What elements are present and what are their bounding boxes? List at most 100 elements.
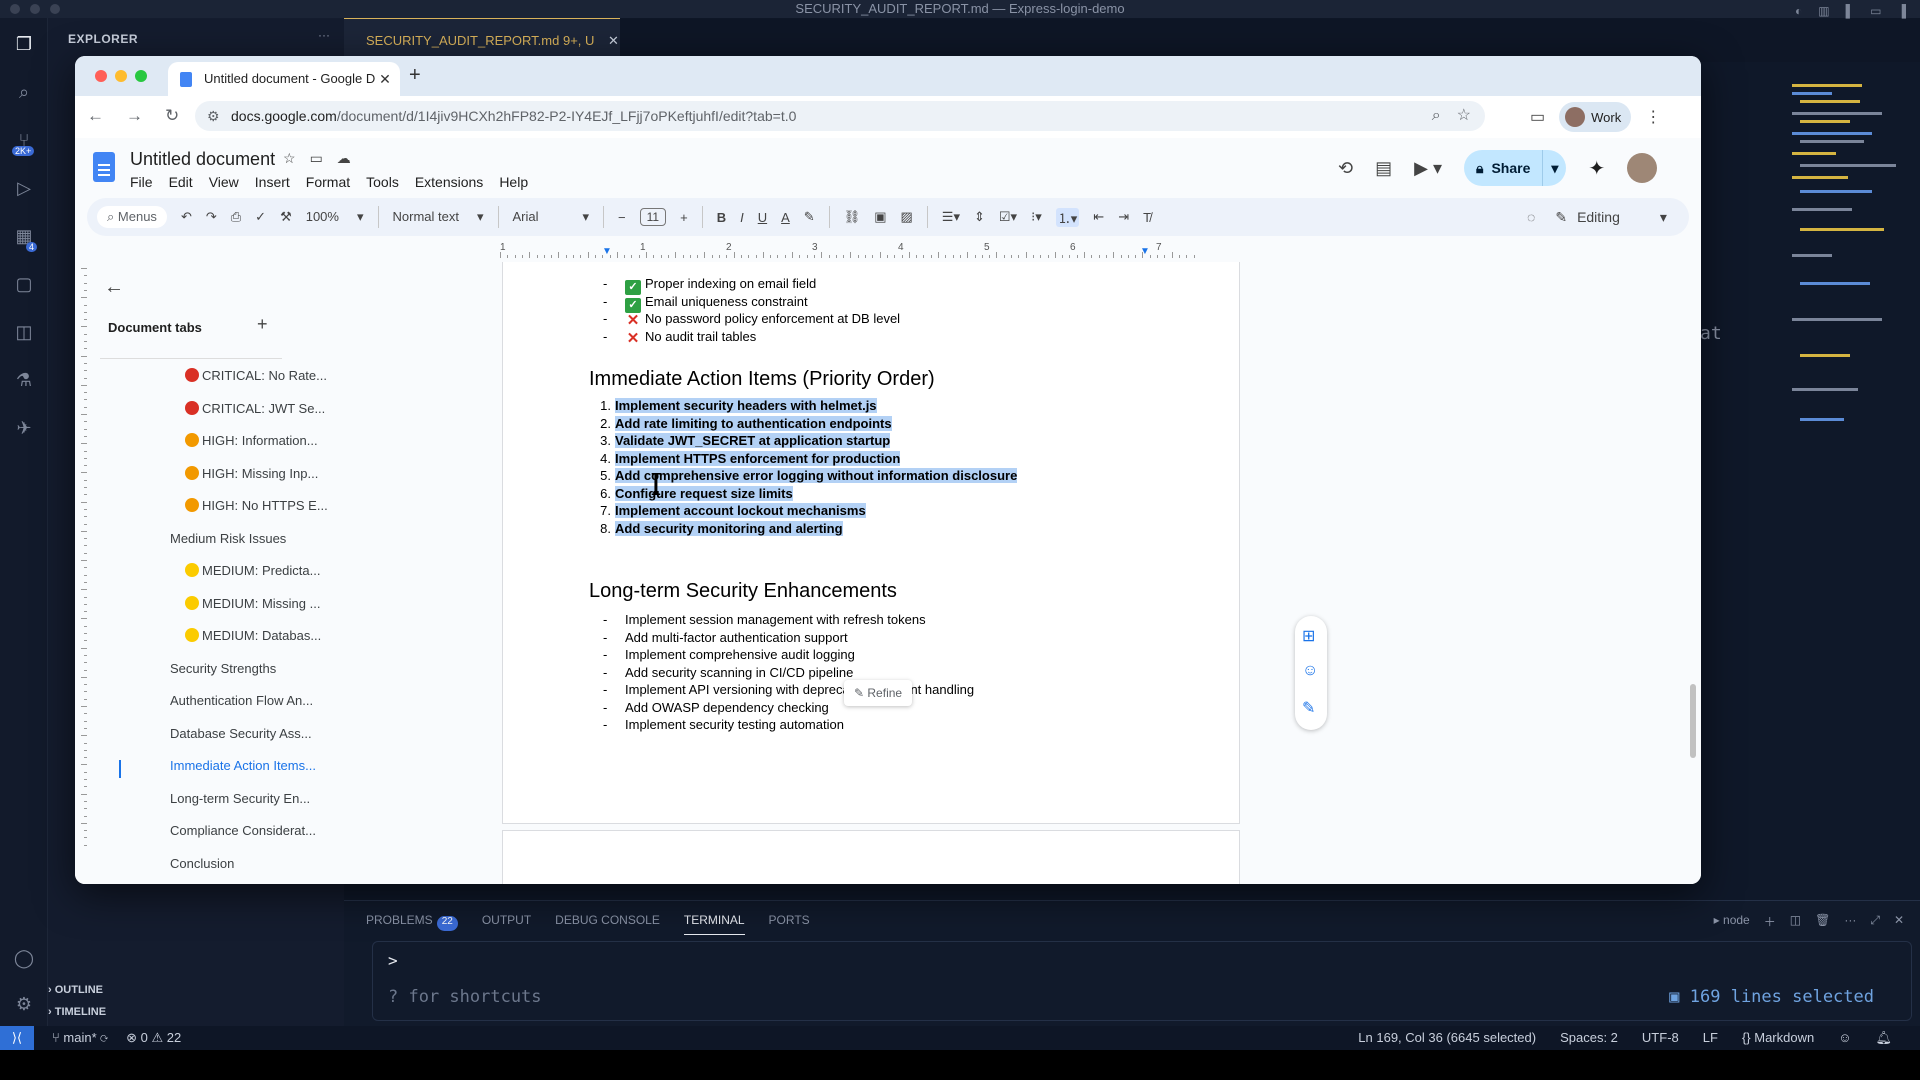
decrease-font-size-icon[interactable]: − — [618, 210, 626, 225]
forward-icon[interactable]: → — [126, 106, 143, 126]
outline-item[interactable]: Long-term Security En... — [170, 791, 310, 806]
version-history-icon[interactable]: ⟲ — [1338, 158, 1353, 179]
notifications-bell-icon[interactable]: 🔔︎ — [1875, 1026, 1892, 1050]
tab-debug-console[interactable]: DEBUG CONSOLE — [555, 913, 660, 935]
right-indent-marker[interactable]: ▼ — [1140, 246, 1150, 257]
chrome-minimize-light[interactable] — [115, 70, 127, 82]
branch-indicator[interactable]: ⑂ main* ⟳ — [52, 1026, 108, 1050]
style-select[interactable]: Normal text ▾ — [393, 209, 484, 225]
spellcheck-icon[interactable]: ✓ — [255, 209, 266, 225]
star-icon[interactable]: ☆ — [283, 150, 296, 167]
gemini-sparkle-icon[interactable]: ✦ — [1588, 156, 1605, 181]
close-outline-icon[interactable]: ← — [104, 276, 124, 299]
add-emoji-icon[interactable]: ☺ — [1302, 662, 1318, 680]
more-actions-icon[interactable]: ··· — [1844, 913, 1856, 930]
remote-explorer-icon[interactable]: ▢ — [12, 272, 36, 296]
indentation[interactable]: Spaces: 2 — [1560, 1026, 1618, 1050]
tab-problems[interactable]: PROBLEMS 22 — [366, 913, 458, 935]
outline-item[interactable]: Authentication Flow An... — [170, 693, 313, 708]
language-mode[interactable]: {} Markdown — [1742, 1026, 1814, 1050]
back-icon[interactable]: ← — [87, 106, 104, 126]
cast-icon[interactable]: ▭ — [1530, 107, 1545, 127]
left-indent-marker[interactable]: ▼ — [602, 246, 612, 257]
editor-tab-close-icon[interactable]: ✕ — [608, 33, 619, 48]
share-main[interactable]: 🔒︎ Share — [1464, 160, 1542, 177]
toggle-secondary-sidebar-icon[interactable]: ▐ — [1897, 2, 1906, 20]
search-menus-input[interactable]: ⌕ Menus — [97, 206, 167, 228]
terminal-input-box[interactable] — [372, 941, 1912, 1021]
chrome-menu-icon[interactable]: ⋮ — [1645, 107, 1661, 127]
outline-item[interactable]: Compliance Considerat... — [170, 823, 316, 838]
vertical-ruler[interactable] — [75, 268, 89, 868]
timeline-section[interactable]: › TIMELINE — [48, 1006, 106, 1018]
checklist-icon[interactable]: ☑▾ — [999, 209, 1017, 225]
outline-item[interactable]: CRITICAL: JWT Se... — [185, 401, 325, 416]
menu-insert[interactable]: Insert — [255, 174, 290, 190]
chrome-tab-google-doc[interactable]: Untitled document - Google D — [168, 62, 400, 96]
zoom-select[interactable]: 100% ▾ — [306, 209, 364, 225]
window-close-light[interactable] — [10, 4, 20, 14]
numbered-list-icon[interactable]: ⒈▾ — [1055, 207, 1080, 227]
text-color-icon[interactable]: A — [781, 210, 790, 225]
manage-gear-icon[interactable]: ⚙ — [12, 992, 36, 1016]
run-debug-icon[interactable]: ▷ — [12, 176, 36, 200]
layout-icon[interactable]: ▥ — [1818, 2, 1829, 20]
cursor-position[interactable]: Ln 169, Col 36 (6645 selected) — [1358, 1026, 1536, 1050]
outline-item[interactable]: Security Strengths — [170, 661, 276, 676]
suggest-edits-icon[interactable]: ✎ — [1302, 698, 1315, 718]
menu-edit[interactable]: Edit — [169, 174, 193, 190]
undo-icon[interactable]: ↶ — [181, 209, 192, 225]
outline-item[interactable]: Database Security Ass... — [170, 726, 312, 741]
comments-icon[interactable]: ▤ — [1375, 158, 1392, 179]
outline-item[interactable]: Conclusion — [170, 856, 234, 871]
paint-format-icon[interactable]: ⚒ — [280, 209, 292, 225]
window-minimize-light[interactable] — [30, 4, 40, 14]
split-terminal-icon[interactable]: ◫ — [1790, 913, 1801, 930]
outline-item[interactable]: CRITICAL: No Rate... — [185, 368, 327, 383]
insert-link-icon[interactable]: ⛓ — [844, 209, 861, 225]
increase-indent-icon[interactable]: ⇥ — [1118, 209, 1129, 225]
share-button[interactable]: 🔒︎ Share ▾ — [1464, 150, 1567, 186]
meet-icon[interactable]: ▶ ▾ — [1414, 158, 1442, 179]
copilot-icon[interactable]: ☺ — [1838, 1026, 1851, 1050]
italic-icon[interactable]: I — [740, 210, 744, 225]
reload-icon[interactable]: ↻ — [165, 106, 179, 126]
chrome-zoom-light[interactable] — [135, 70, 147, 82]
menu-help[interactable]: Help — [499, 174, 528, 190]
problems-indicator[interactable]: ⊗ 0 ⚠ 22 — [126, 1026, 181, 1050]
toggle-sidebar-icon[interactable]: ▌ — [1846, 2, 1855, 20]
extension-view-icon[interactable]: ✈ — [12, 416, 36, 440]
menu-extensions[interactable]: Extensions — [415, 174, 483, 190]
tab-terminal[interactable]: TERMINAL — [683, 913, 745, 935]
kill-terminal-icon[interactable]: 🗑 — [1815, 913, 1830, 930]
align-icon[interactable]: ☰▾ — [942, 209, 960, 225]
outline-item[interactable]: MEDIUM: Predicta... — [185, 563, 320, 578]
zoom-icon[interactable]: ⌕ — [1432, 101, 1441, 131]
line-spacing-icon[interactable]: ⇕ — [974, 209, 985, 225]
horizontal-ruler[interactable]: 1 1 2 3 4 5 6 7 ▼ ▼ — [500, 242, 1200, 258]
profile-button[interactable]: Work — [1559, 102, 1632, 132]
outline-item[interactable]: HIGH: Information... — [185, 433, 318, 448]
menu-tools[interactable]: Tools — [366, 174, 399, 190]
outline-item[interactable]: HIGH: Missing Inp... — [185, 466, 318, 481]
new-terminal-icon[interactable]: ＋ — [1764, 913, 1776, 930]
document-scrollbar[interactable] — [1690, 684, 1696, 758]
site-info-icon[interactable]: ⚙ — [207, 101, 220, 131]
search-icon[interactable]: ⌕ — [12, 80, 36, 104]
outline-section[interactable]: › OUTLINE — [48, 984, 103, 996]
terminal-shell-selector[interactable]: ▸ node — [1714, 913, 1750, 930]
accounts-icon[interactable]: ◐ — [1795, 2, 1802, 20]
chrome-close-light[interactable] — [95, 70, 107, 82]
menu-view[interactable]: View — [209, 174, 239, 190]
decrease-indent-icon[interactable]: ⇤ — [1093, 209, 1104, 225]
account-avatar[interactable] — [1627, 153, 1658, 183]
font-select[interactable]: Arial ▾ — [513, 209, 590, 225]
add-comment-side-icon[interactable]: ⊞ — [1302, 626, 1315, 646]
tab-output[interactable]: OUTPUT — [482, 913, 531, 935]
outline-item[interactable]: HIGH: No HTTPS E... — [185, 498, 328, 513]
explorer-icon[interactable]: ❐ — [12, 32, 36, 56]
move-folder-icon[interactable]: ▭ — [310, 150, 323, 167]
refine-button[interactable]: ✎ Refine — [844, 680, 913, 706]
share-dropdown-icon[interactable]: ▾ — [1542, 150, 1566, 186]
testing-icon[interactable]: ⚗ — [12, 368, 36, 392]
